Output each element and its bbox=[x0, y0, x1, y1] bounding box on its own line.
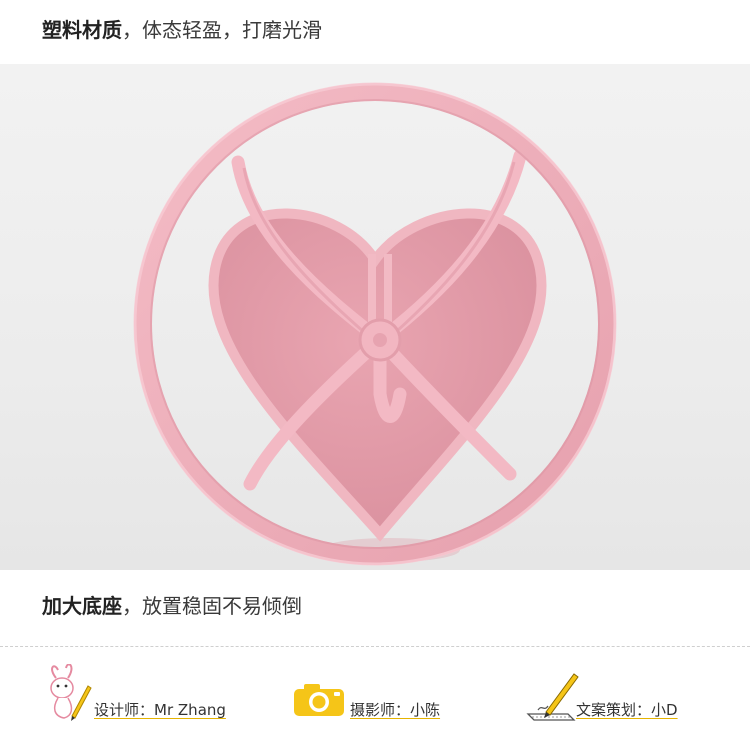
bottom-caption-bold: 加大底座 bbox=[42, 594, 122, 618]
top-caption-bold: 塑料材质 bbox=[42, 18, 122, 42]
camera-icon bbox=[292, 682, 346, 722]
credit-photographer-sep: ： bbox=[395, 701, 411, 719]
credit-copywriter-name: 小D bbox=[651, 701, 678, 719]
credit-designer-label: 设计师：Mr Zhang bbox=[94, 699, 226, 720]
credit-copywriter: 文案策划：小D bbox=[524, 668, 724, 728]
credit-copywriter-sep: ： bbox=[636, 701, 652, 719]
top-caption: 塑料材质，体态轻盈，打磨光滑 bbox=[42, 14, 322, 43]
bottom-caption-rest: ，放置稳固不易倾倒 bbox=[122, 594, 302, 618]
bottom-caption: 加大底座，放置稳固不易倾倒 bbox=[42, 590, 302, 619]
bunny-pencil-icon bbox=[44, 663, 92, 728]
credit-photographer-role: 摄影师 bbox=[350, 701, 396, 719]
top-caption-rest: ，体态轻盈，打磨光滑 bbox=[122, 18, 322, 42]
credit-designer-role: 设计师 bbox=[94, 701, 140, 719]
heart-stand-illustration bbox=[133, 82, 617, 566]
credit-copywriter-role: 文案策划 bbox=[576, 701, 637, 719]
credit-designer-name: Mr Zhang bbox=[154, 701, 226, 719]
credit-photographer: 摄影师：小陈 bbox=[292, 668, 492, 728]
center-hub-dot bbox=[373, 333, 387, 347]
credit-designer: 设计师：Mr Zhang bbox=[44, 663, 264, 728]
product-photo bbox=[0, 64, 750, 570]
divider bbox=[0, 646, 750, 647]
credit-copywriter-label: 文案策划：小D bbox=[576, 699, 678, 720]
credit-photographer-name: 小陈 bbox=[410, 701, 441, 719]
credit-designer-sep: ： bbox=[139, 701, 155, 719]
pencil-paper-icon bbox=[524, 668, 580, 730]
credit-photographer-label: 摄影师：小陈 bbox=[350, 699, 440, 720]
